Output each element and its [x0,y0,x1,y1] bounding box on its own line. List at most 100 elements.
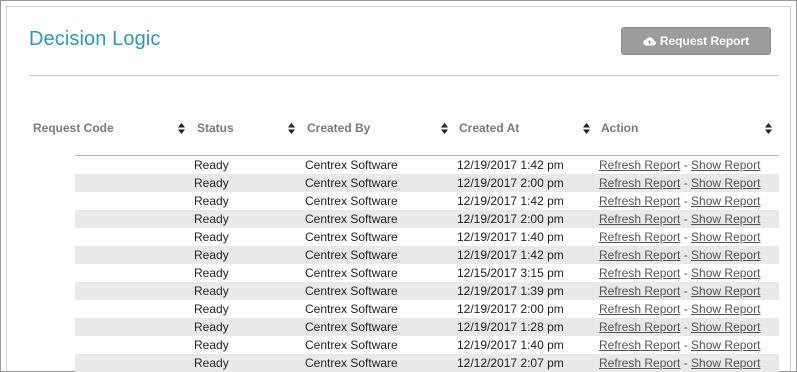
action-separator: - [680,176,692,190]
action-separator: - [680,248,692,262]
action-separator: - [680,320,692,334]
created-by-cell: Centrex Software [305,320,398,334]
sort-icon[interactable] [765,123,772,134]
status-cell: Ready [194,158,229,172]
table-row: Ready Centrex Software 12/19/2017 2:00 pm R… [75,210,779,228]
action-separator: - [680,356,692,370]
status-cell: Ready [194,248,229,262]
refresh-report-link[interactable]: Refresh Report [599,338,680,352]
column-header-created-at[interactable]: Created At [459,120,519,136]
refresh-report-link[interactable]: Refresh Report [599,356,680,370]
status-cell: Ready [194,284,229,298]
created-at-cell: 12/19/2017 1:40 pm [457,230,564,244]
column-header-action[interactable]: Action [601,120,638,136]
created-by-cell: Centrex Software [305,284,398,298]
show-report-link[interactable]: Show Report [691,284,760,298]
refresh-report-link[interactable]: Refresh Report [599,212,680,226]
action-cell: Refresh Report - Show Report [599,266,760,280]
report-table-body: Ready Centrex Software 12/19/2017 1:42 pm R… [75,156,779,372]
created-by-cell: Centrex Software [305,176,398,190]
action-separator: - [680,212,692,226]
created-at-cell: 12/19/2017 1:42 pm [457,158,564,172]
created-at-cell: 12/19/2017 1:42 pm [457,248,564,262]
show-report-link[interactable]: Show Report [691,230,760,244]
action-cell: Refresh Report - Show Report [599,356,760,370]
refresh-report-link[interactable]: Refresh Report [599,230,680,244]
action-cell: Refresh Report - Show Report [599,284,760,298]
created-by-cell: Centrex Software [305,248,398,262]
column-header-status[interactable]: Status [197,120,234,136]
table-row: Ready Centrex Software 12/19/2017 1:42 pm R… [75,246,779,264]
table-row: Ready Centrex Software 12/12/2017 2:07 pm R… [75,354,779,372]
created-by-cell: Centrex Software [305,212,398,226]
status-cell: Ready [194,356,229,370]
show-report-link[interactable]: Show Report [691,176,760,190]
table-row: Ready Centrex Software 12/19/2017 1:40 pm R… [75,228,779,246]
created-by-cell: Centrex Software [305,158,398,172]
show-report-link[interactable]: Show Report [691,194,760,208]
sort-icon[interactable] [583,123,590,134]
table-row: Ready Centrex Software 12/19/2017 1:42 pm R… [75,156,779,174]
created-by-cell: Centrex Software [305,338,398,352]
show-report-link[interactable]: Show Report [691,158,760,172]
refresh-report-link[interactable]: Refresh Report [599,284,680,298]
created-by-cell: Centrex Software [305,230,398,244]
table-row: Ready Centrex Software 12/19/2017 1:28 pm R… [75,318,779,336]
action-cell: Refresh Report - Show Report [599,158,760,172]
created-at-cell: 12/19/2017 2:00 pm [457,176,564,190]
created-by-cell: Centrex Software [305,302,398,316]
created-at-cell: 12/19/2017 1:42 pm [457,194,564,208]
action-cell: Refresh Report - Show Report [599,194,760,208]
page-title: Decision Logic [29,28,161,50]
title-divider [29,75,779,76]
action-separator: - [680,266,692,280]
created-at-cell: 12/12/2017 2:07 pm [457,356,564,370]
created-at-cell: 12/19/2017 1:40 pm [457,338,564,352]
show-report-link[interactable]: Show Report [691,248,760,262]
sort-icon[interactable] [441,123,448,134]
table-row: Ready Centrex Software 12/19/2017 1:40 pm R… [75,336,779,354]
decision-logic-panel: Decision Logic Request Report Request Co… [0,0,797,372]
table-row: Ready Centrex Software 12/19/2017 2:00 pm R… [75,300,779,318]
refresh-report-link[interactable]: Refresh Report [599,194,680,208]
action-cell: Refresh Report - Show Report [599,248,760,262]
status-cell: Ready [194,194,229,208]
status-cell: Ready [194,338,229,352]
show-report-link[interactable]: Show Report [691,320,760,334]
refresh-report-link[interactable]: Refresh Report [599,302,680,316]
refresh-report-link[interactable]: Refresh Report [599,158,680,172]
created-by-cell: Centrex Software [305,356,398,370]
panel-left-border [6,6,7,371]
refresh-report-link[interactable]: Refresh Report [599,248,680,262]
sort-icon[interactable] [178,123,185,134]
column-header-request-code[interactable]: Request Code [33,120,114,136]
created-at-cell: 12/19/2017 1:28 pm [457,320,564,334]
column-header-created-by[interactable]: Created By [307,120,370,136]
show-report-link[interactable]: Show Report [691,302,760,316]
show-report-link[interactable]: Show Report [691,212,760,226]
show-report-link[interactable]: Show Report [691,356,760,370]
status-cell: Ready [194,176,229,190]
action-cell: Refresh Report - Show Report [599,302,760,316]
table-row: Ready Centrex Software 12/15/2017 3:15 pm R… [75,264,779,282]
created-at-cell: 12/19/2017 2:00 pm [457,302,564,316]
action-cell: Refresh Report - Show Report [599,176,760,190]
refresh-report-link[interactable]: Refresh Report [599,266,680,280]
refresh-report-link[interactable]: Refresh Report [599,320,680,334]
action-separator: - [680,194,692,208]
request-report-button[interactable]: Request Report [621,27,771,55]
action-separator: - [680,158,692,172]
table-row: Ready Centrex Software 12/19/2017 2:00 pm R… [75,174,779,192]
panel-top-border [6,6,791,7]
status-cell: Ready [194,212,229,226]
request-report-label: Request Report [659,34,750,48]
status-cell: Ready [194,230,229,244]
refresh-report-link[interactable]: Refresh Report [599,176,680,190]
table-row: Ready Centrex Software 12/19/2017 1:39 pm R… [75,282,779,300]
panel-right-border [790,6,791,371]
show-report-link[interactable]: Show Report [691,338,760,352]
action-cell: Refresh Report - Show Report [599,230,760,244]
sort-icon[interactable] [288,123,295,134]
show-report-link[interactable]: Show Report [691,266,760,280]
created-by-cell: Centrex Software [305,266,398,280]
